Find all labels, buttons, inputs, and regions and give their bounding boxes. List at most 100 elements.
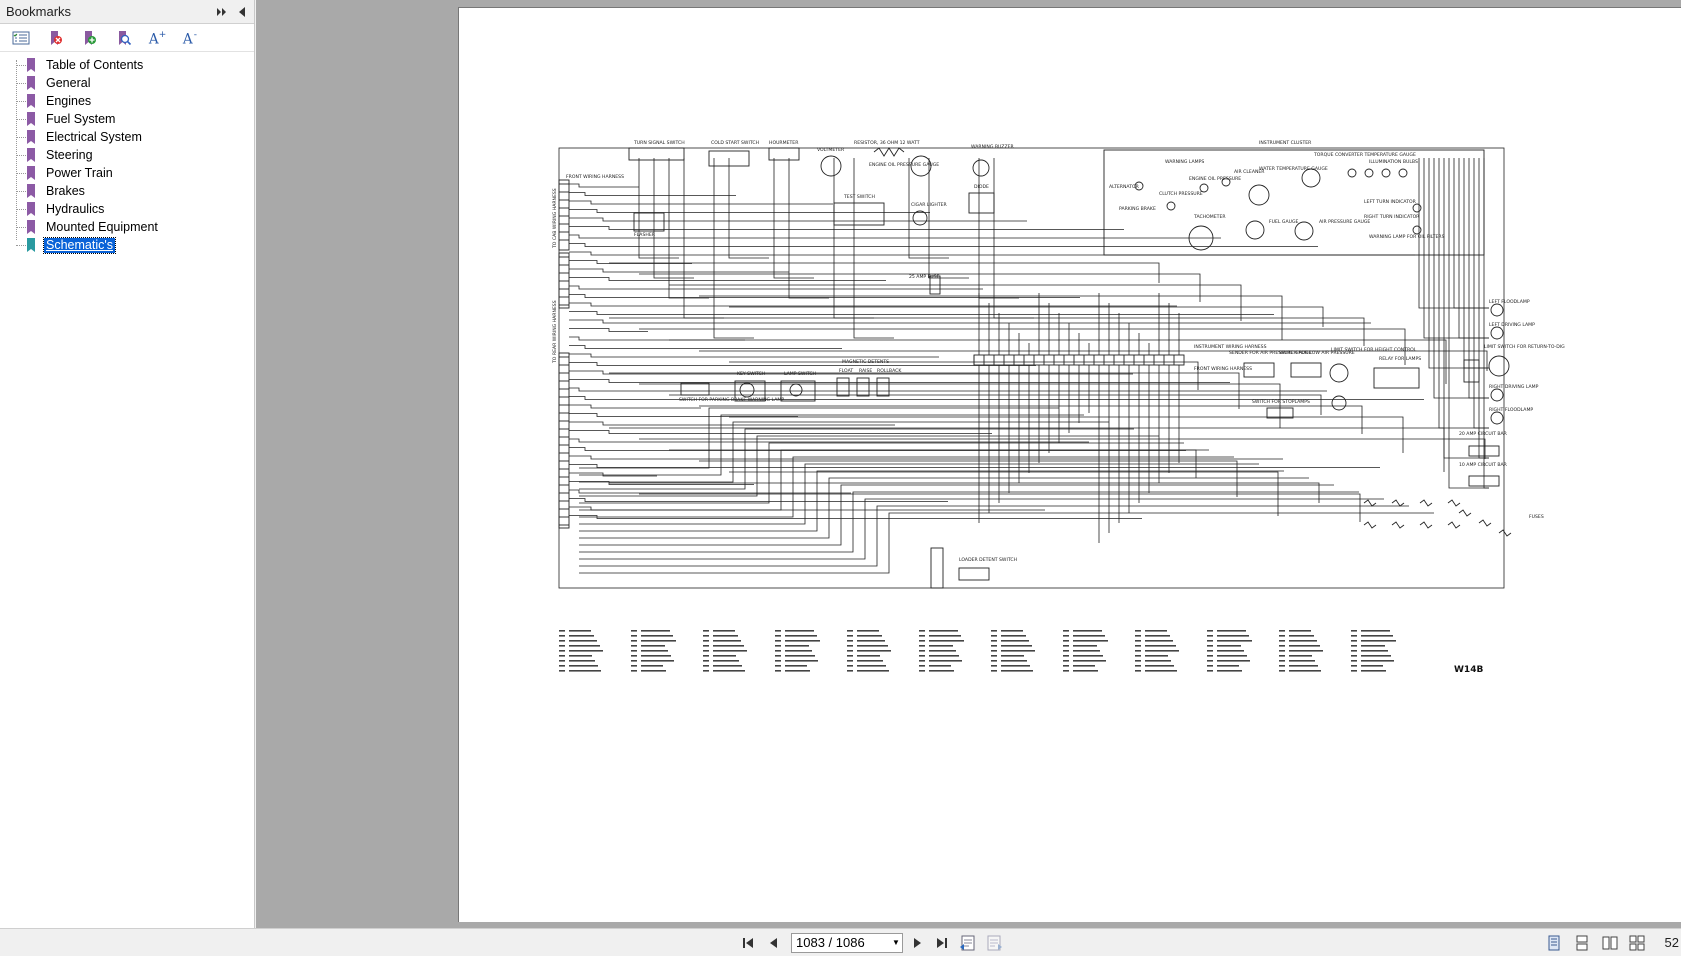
bookmark-hydraulics[interactable]: Hydraulics (0, 200, 254, 218)
bookmark-label: Table of Contents (46, 57, 144, 72)
parking-brake-switch-label: SWITCH FOR PARKING BRAKE WARNING LAMP (679, 397, 784, 403)
resistor-label: RESISTOR, 36 OHM 12 WATT (854, 140, 920, 146)
bookmark-engines[interactable]: Engines (0, 92, 254, 110)
previous-page-icon[interactable] (765, 934, 783, 952)
clutch-pressure-label: CLUTCH PRESSURE (1159, 191, 1203, 197)
instrument-cluster-label: INSTRUMENT CLUSTER (1259, 140, 1312, 146)
cab-harness-label: TO CAB WIRING HARNESS (552, 188, 558, 249)
bookmark-icon (27, 238, 35, 252)
test-switch-label: TEST SWITCH (843, 194, 875, 200)
cold-start-switch-label: COLD START SWITCH (711, 140, 759, 146)
hourmeter-label: HOURMETER (769, 140, 799, 146)
loader-detent-switch-label: LOADER DETENT SWITCH (959, 557, 1017, 563)
last-page-icon[interactable] (933, 934, 951, 952)
add-bookmark-icon[interactable] (80, 29, 98, 47)
find-bookmark-icon[interactable] (114, 29, 132, 47)
panel-menu-icon[interactable] (214, 4, 230, 20)
key-switch-label: KEY SWITCH (737, 371, 765, 377)
enlarge-text-icon[interactable]: A + (148, 29, 166, 47)
bookmark-label: General (46, 75, 91, 90)
page-dropdown-icon[interactable]: ▼ (890, 934, 902, 952)
flasher-label: FLASHER (634, 232, 656, 238)
delete-bookmark-icon[interactable] (46, 29, 64, 47)
rollback-label: ROLLBACK (877, 368, 902, 374)
bookmark-label: Mounted Equipment (46, 219, 158, 234)
first-page-icon[interactable] (739, 934, 757, 952)
bookmarks-toolbar: A + A- (0, 24, 254, 52)
bookmark-table-of-contents[interactable]: Table of Contents (0, 56, 254, 74)
circuit-bar-10-label: 10 AMP CIRCUIT BAR (1459, 462, 1508, 468)
rear-harness-label: TO REAR WIRING HARNESS (552, 300, 558, 364)
schematic-code: W14B (1454, 665, 1483, 675)
previous-view-icon[interactable] (959, 934, 977, 952)
bookmark-label: Brakes (46, 183, 85, 198)
bookmark-label: Steering (46, 147, 93, 162)
pdf-page: TURN SIGNAL SWITCH COLD START SWITCH HOU… (458, 7, 1681, 922)
left-driving-lamp-label: LEFT DRIVING LAMP (1489, 322, 1535, 328)
bookmark-label: Schematic's (43, 236, 116, 254)
bookmark-label: Power Train (46, 165, 113, 180)
bookmark-icon (27, 58, 35, 72)
wiring-schematic: TURN SIGNAL SWITCH COLD START SWITCH HOU… (552, 140, 1565, 675)
alternator-label: ALTERNATOR (1109, 184, 1140, 190)
bookmarks-title: Bookmarks (6, 4, 72, 19)
magnetic-detents-label: MAGNETIC DETENTS (842, 359, 889, 365)
svg-text:+: + (159, 30, 166, 40)
collapse-panel-icon[interactable] (234, 4, 250, 20)
next-page-icon[interactable] (908, 934, 926, 952)
instrument-harness-label: INSTRUMENT WIRING HARNESS (1194, 344, 1267, 350)
bookmark-power-train[interactable]: Power Train (0, 164, 254, 182)
continuous-facing-view-icon[interactable] (1628, 934, 1646, 952)
zoom-level[interactable]: 52 (1665, 935, 1679, 950)
bookmark-electrical-system[interactable]: Electrical System (0, 128, 254, 146)
bookmark-icon (27, 130, 35, 144)
water-temp-label: WATER TEMPERATURE GAUGE (1259, 166, 1328, 172)
page-number-value: 1083 / 1086 (796, 935, 865, 950)
svg-text:A: A (182, 31, 193, 47)
front-wiring-harness-label: FRONT WIRING HARNESS (566, 174, 624, 180)
cigar-lighter-label: CIGAR LIGHTER (911, 202, 948, 208)
bookmark-label: Engines (46, 93, 92, 108)
options-icon[interactable] (12, 29, 30, 47)
oil-filters-lamp-label: WARNING LAMP FOR OIL FILTERS (1369, 234, 1445, 240)
air-pressure-gauge-label: AIR PRESSURE GAUGE (1319, 219, 1370, 225)
raise-label: RAISE (859, 368, 872, 374)
bookmark-fuel-system[interactable]: Fuel System (0, 110, 254, 128)
bookmark-icon (27, 220, 35, 234)
warning-buzzer-label: WARNING BUZZER (971, 144, 1015, 150)
bookmark-label: Fuel System (46, 111, 116, 126)
engine-oil-gauge-label: ENGINE OIL PRESSURE GAUGE (869, 162, 939, 168)
engine-oil-pressure-label: ENGINE OIL PRESSURE (1189, 176, 1241, 182)
turn-signal-switch-label: TURN SIGNAL SWITCH (633, 140, 685, 146)
next-view-icon[interactable] (985, 934, 1003, 952)
document-viewport[interactable]: TURN SIGNAL SWITCH COLD START SWITCH HOU… (256, 0, 1681, 928)
right-floodlamp-label: RIGHT FLOODLAMP (1489, 407, 1533, 413)
bookmark-icon (27, 148, 35, 162)
illumination-bulbs-label: ILLUMINATION BULBS (1369, 159, 1418, 165)
fuses-label: FUSES (1529, 514, 1544, 520)
bookmarks-panel: Bookmarks A + A- Table of Contents Gener… (0, 0, 255, 928)
bookmark-schematics[interactable]: Schematic's (0, 236, 254, 254)
continuous-view-icon[interactable] (1573, 934, 1591, 952)
bookmark-icon (27, 94, 35, 108)
circuit-bar-20-label: 20 AMP CIRCUIT BAR (1459, 431, 1508, 437)
bookmark-steering[interactable]: Steering (0, 146, 254, 164)
lamp-switch-label: LAMP SWITCH (784, 371, 816, 377)
bookmark-icon (27, 202, 35, 216)
fuse-25-amp-label: 25 AMP FUSE (909, 274, 940, 280)
limit-height-label: LIMIT SWITCH FOR HEIGHT CONTROL (1331, 347, 1417, 353)
reduce-text-icon[interactable]: A- (182, 29, 200, 47)
right-turn-indicator-label: RIGHT TURN INDICATOR (1364, 214, 1420, 220)
bookmarks-header: Bookmarks (0, 0, 254, 24)
page-number-field[interactable]: 1083 / 1086 ▼ (791, 933, 903, 953)
right-driving-lamp-label: RIGHT DRIVING LAMP (1489, 384, 1539, 390)
bookmark-mounted-equipment[interactable]: Mounted Equipment (0, 218, 254, 236)
bookmark-label: Electrical System (46, 129, 142, 144)
bookmark-brakes[interactable]: Brakes (0, 182, 254, 200)
single-page-view-icon[interactable] (1545, 934, 1563, 952)
bookmark-general[interactable]: General (0, 74, 254, 92)
limit-return-label: LIMIT SWITCH FOR RETURN-TO-DIG (1484, 344, 1565, 350)
fuel-gauge-label: FUEL GAUGE (1269, 219, 1299, 225)
facing-view-icon[interactable] (1601, 934, 1619, 952)
bookmark-label: Hydraulics (46, 201, 105, 216)
